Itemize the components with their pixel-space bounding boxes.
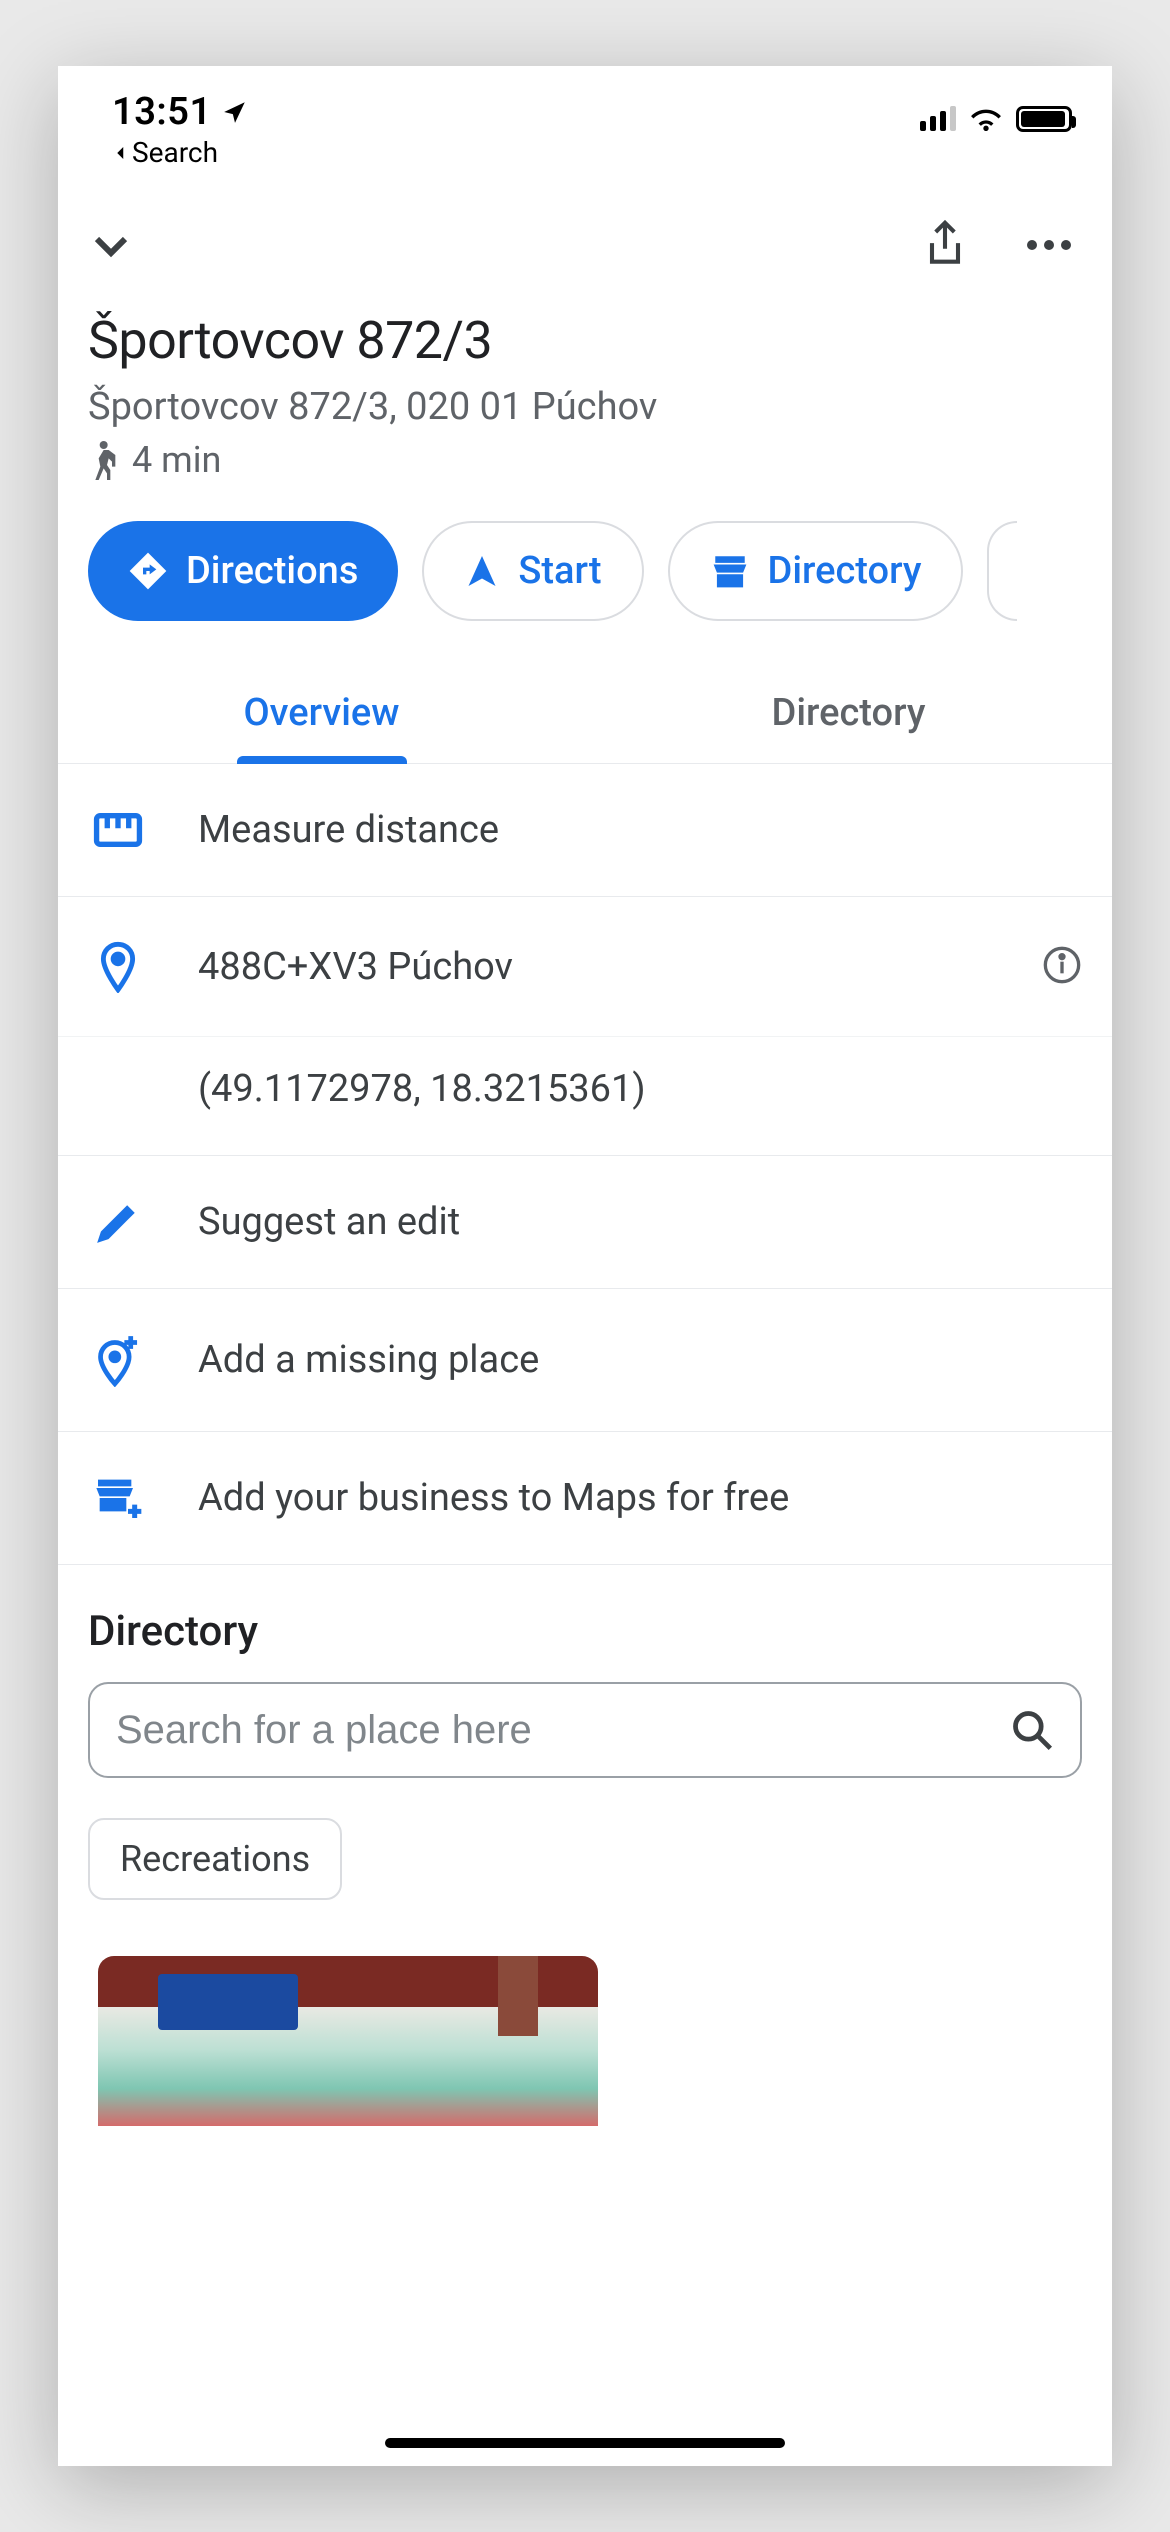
cellular-icon	[920, 107, 956, 131]
pin-icon	[98, 941, 138, 993]
collapse-button[interactable]	[78, 212, 144, 278]
search-icon	[1010, 1708, 1054, 1752]
row-add-missing-place[interactable]: Add a missing place	[58, 1289, 1112, 1432]
navigate-icon	[464, 553, 500, 589]
chip-recreations-label: Recreations	[120, 1838, 310, 1880]
directions-button[interactable]: Directions	[88, 521, 398, 621]
plus-code-text: 488C+XV3 Púchov	[198, 945, 992, 989]
status-time: 13:51	[112, 90, 248, 134]
info-icon	[1042, 945, 1082, 985]
more-button[interactable]	[1016, 212, 1082, 278]
row-suggest-edit[interactable]: Suggest an edit	[58, 1156, 1112, 1289]
more-horizontal-icon	[1026, 239, 1072, 251]
walking-icon	[88, 440, 116, 480]
store-icon	[710, 553, 750, 589]
coordinates-text: (49.1172978, 18.3215361)	[198, 1067, 1082, 1111]
status-bar: 13:51 Search	[58, 66, 1112, 176]
measure-label: Measure distance	[198, 808, 1082, 852]
home-indicator[interactable]	[385, 2438, 785, 2448]
chevron-down-icon	[87, 221, 135, 269]
directory-search-input[interactable]	[116, 1708, 994, 1753]
directory-pill-button[interactable]: Directory	[668, 521, 964, 621]
directory-search-box[interactable]	[88, 1682, 1082, 1778]
sheet-topbar	[58, 176, 1112, 278]
tab-bar: Overview Directory	[58, 661, 1112, 764]
back-label: Search	[132, 136, 218, 169]
row-measure-distance[interactable]: Measure distance	[58, 764, 1112, 897]
suggest-label: Suggest an edit	[198, 1200, 1082, 1244]
row-add-business[interactable]: Add your business to Maps for free	[58, 1432, 1112, 1565]
directory-result-photo[interactable]	[98, 1956, 598, 2126]
directory-search-wrap	[58, 1682, 1112, 1778]
place-title: Športovcov 872/3	[88, 310, 1082, 371]
tab-overview[interactable]: Overview	[58, 661, 585, 763]
row-plus-code[interactable]: 488C+XV3 Púchov	[58, 897, 1112, 1037]
info-button[interactable]	[1042, 945, 1082, 989]
start-label: Start	[518, 549, 601, 593]
tab-directory-label: Directory	[772, 691, 926, 735]
wifi-icon	[970, 107, 1002, 131]
share-icon	[922, 219, 968, 271]
directions-label: Directions	[186, 549, 358, 593]
add-business-label: Add your business to Maps for free	[198, 1476, 1082, 1520]
status-left: 13:51 Search	[112, 90, 248, 169]
directory-pill-label: Directory	[768, 549, 922, 593]
pencil-icon	[96, 1200, 140, 1244]
action-pill-row: Directions Start Directory	[58, 481, 1112, 661]
add-store-icon	[93, 1476, 143, 1520]
directory-chip-row: Recreations	[58, 1778, 1112, 1900]
back-to-app[interactable]: Search	[112, 136, 248, 169]
battery-icon	[1016, 106, 1072, 132]
directory-section-title: Directory	[58, 1565, 1112, 1682]
place-header: Športovcov 872/3 Športovcov 872/3, 020 0…	[58, 278, 1112, 481]
location-arrow-icon	[222, 99, 248, 125]
directions-icon	[128, 551, 168, 591]
place-address: Športovcov 872/3, 020 01 Púchov	[88, 385, 1082, 429]
ruler-icon	[93, 812, 143, 848]
travel-summary: 4 min	[88, 439, 1082, 481]
overflow-pill[interactable]	[987, 521, 1017, 621]
tab-directory[interactable]: Directory	[585, 661, 1112, 763]
add-place-label: Add a missing place	[198, 1338, 1082, 1382]
add-pin-icon	[95, 1333, 141, 1387]
chip-recreations[interactable]: Recreations	[88, 1818, 342, 1900]
status-right	[920, 106, 1072, 132]
travel-time: 4 min	[132, 439, 221, 481]
back-caret-icon	[112, 144, 130, 162]
app-screen: 13:51 Search	[58, 66, 1112, 2466]
row-coordinates[interactable]: (49.1172978, 18.3215361)	[58, 1036, 1112, 1156]
start-button[interactable]: Start	[422, 521, 643, 621]
tab-overview-label: Overview	[243, 691, 399, 735]
share-button[interactable]	[912, 212, 978, 278]
clock-text: 13:51	[112, 90, 212, 134]
